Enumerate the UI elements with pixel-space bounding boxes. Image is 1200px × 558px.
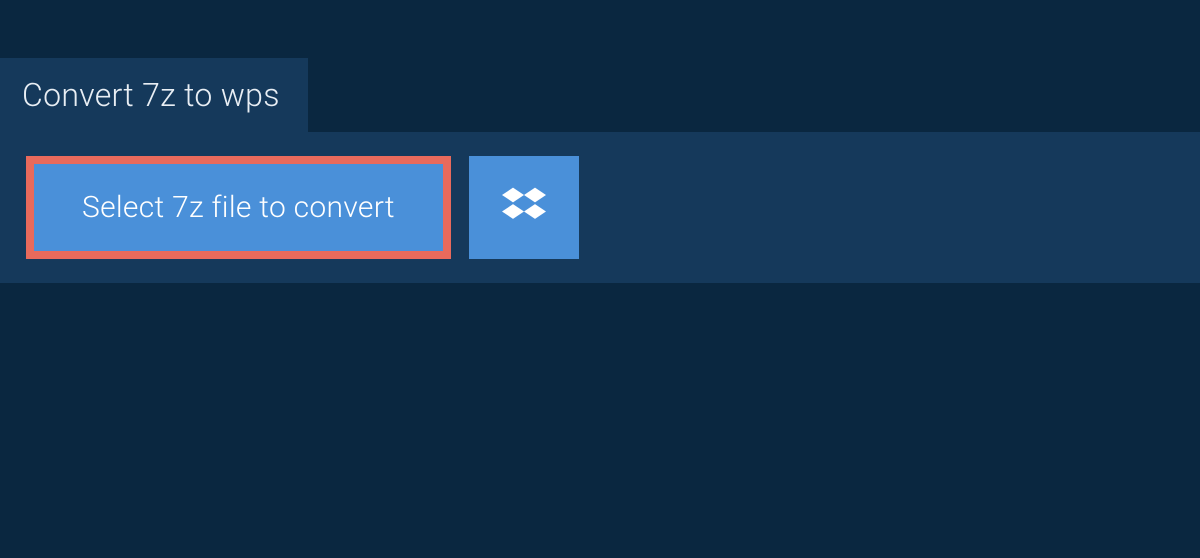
convert-panel: Select 7z file to convert — [0, 132, 1200, 283]
select-file-button[interactable]: Select 7z file to convert — [26, 156, 451, 259]
select-file-label: Select 7z file to convert — [82, 190, 395, 225]
button-row: Select 7z file to convert — [26, 156, 1174, 259]
tab-title: Convert 7z to wps — [22, 76, 280, 114]
dropbox-icon — [502, 184, 546, 232]
tab-convert[interactable]: Convert 7z to wps — [0, 58, 308, 132]
dropbox-button[interactable] — [469, 156, 579, 259]
tab-bar: Convert 7z to wps — [0, 58, 1200, 132]
